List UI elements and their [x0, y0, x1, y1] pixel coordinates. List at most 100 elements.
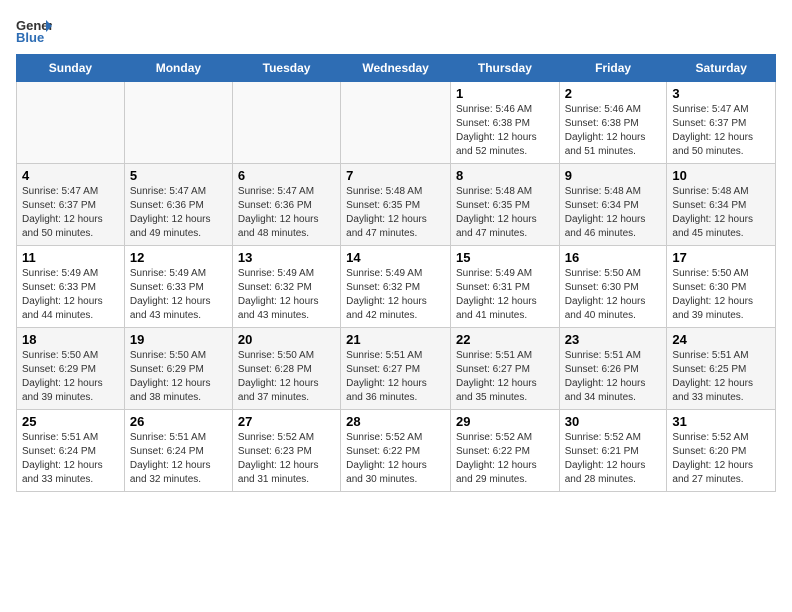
svg-text:Blue: Blue [16, 30, 44, 44]
calendar-cell: 8Sunrise: 5:48 AM Sunset: 6:35 PM Daylig… [450, 164, 559, 246]
day-number: 1 [456, 86, 554, 101]
weekday-header-tuesday: Tuesday [232, 55, 340, 82]
day-info: Sunrise: 5:49 AM Sunset: 6:33 PM Dayligh… [130, 267, 227, 323]
day-info: Sunrise: 5:51 AM Sunset: 6:26 PM Dayligh… [565, 349, 662, 405]
weekday-header-row: SundayMondayTuesdayWednesdayThursdayFrid… [17, 55, 776, 82]
page-header: General Blue [16, 16, 776, 44]
calendar-cell: 21 Sunrise: 5:51 AM Sunset: 6:27 PM Dayli… [341, 328, 451, 410]
day-number: 21 [346, 332, 445, 347]
calendar-cell [17, 82, 125, 164]
day-number: 30 [565, 414, 662, 429]
calendar-cell: 25 Sunrise: 5:51 AM Sunset: 6:24 PM Dayli… [17, 410, 125, 492]
calendar-cell: 16 Sunrise: 5:50 AM Sunset: 6:30 PM Dayli… [559, 246, 667, 328]
calendar-cell: 12 Sunrise: 5:49 AM Sunset: 6:33 PM Dayli… [124, 246, 232, 328]
day-info: Sunrise: 5:52 AM Sunset: 6:20 PM Dayligh… [672, 431, 770, 487]
day-number: 9 [565, 168, 662, 183]
day-info: Sunrise: 5:46 AM Sunset: 6:38 PM Dayligh… [565, 103, 662, 159]
calendar-cell: 14 Sunrise: 5:49 AM Sunset: 6:32 PM Dayli… [341, 246, 451, 328]
day-info: Sunrise: 5:52 AM Sunset: 6:21 PM Dayligh… [565, 431, 662, 487]
calendar-cell [124, 82, 232, 164]
calendar-table: SundayMondayTuesdayWednesdayThursdayFrid… [16, 54, 776, 492]
calendar-cell: 5 Sunrise: 5:47 AM Sunset: 6:36 PM Daylig… [124, 164, 232, 246]
day-info: Sunrise: 5:51 AM Sunset: 6:25 PM Dayligh… [672, 349, 770, 405]
day-number: 10 [672, 168, 770, 183]
day-number: 31 [672, 414, 770, 429]
calendar-cell: 18 Sunrise: 5:50 AM Sunset: 6:29 PM Dayli… [17, 328, 125, 410]
weekday-header-friday: Friday [559, 55, 667, 82]
calendar-body: 1 Sunrise: 5:46 AM Sunset: 6:38 PM Daylig… [17, 82, 776, 492]
logo: General Blue [16, 16, 56, 44]
day-number: 19 [130, 332, 227, 347]
day-number: 16 [565, 250, 662, 265]
day-info: Sunrise: 5:51 AM Sunset: 6:24 PM Dayligh… [130, 431, 227, 487]
day-info: Sunrise: 5:52 AM Sunset: 6:22 PM Dayligh… [346, 431, 445, 487]
day-number: 12 [130, 250, 227, 265]
day-info: Sunrise: 5:49 AM Sunset: 6:32 PM Dayligh… [346, 267, 445, 323]
day-number: 27 [238, 414, 335, 429]
day-info: Sunrise: 5:48 AM Sunset: 6:34 PM Dayligh… [672, 185, 770, 241]
calendar-cell: 26 Sunrise: 5:51 AM Sunset: 6:24 PM Dayli… [124, 410, 232, 492]
day-number: 6 [238, 168, 335, 183]
day-info: Sunrise: 5:51 AM Sunset: 6:27 PM Dayligh… [346, 349, 445, 405]
day-info: Sunrise: 5:47 AM Sunset: 6:37 PM Dayligh… [22, 185, 119, 241]
calendar-cell: 30 Sunrise: 5:52 AM Sunset: 6:21 PM Dayli… [559, 410, 667, 492]
calendar-week-2: 4Sunrise: 5:47 AM Sunset: 6:37 PM Daylig… [17, 164, 776, 246]
day-number: 5 [130, 168, 227, 183]
weekday-header-thursday: Thursday [450, 55, 559, 82]
calendar-header: SundayMondayTuesdayWednesdayThursdayFrid… [17, 55, 776, 82]
day-number: 14 [346, 250, 445, 265]
calendar-cell: 15 Sunrise: 5:49 AM Sunset: 6:31 PM Dayli… [450, 246, 559, 328]
weekday-header-wednesday: Wednesday [341, 55, 451, 82]
day-number: 11 [22, 250, 119, 265]
calendar-week-4: 18 Sunrise: 5:50 AM Sunset: 6:29 PM Dayli… [17, 328, 776, 410]
calendar-cell [341, 82, 451, 164]
calendar-cell: 4Sunrise: 5:47 AM Sunset: 6:37 PM Daylig… [17, 164, 125, 246]
weekday-header-monday: Monday [124, 55, 232, 82]
logo-icon: General Blue [16, 16, 52, 44]
day-number: 3 [672, 86, 770, 101]
calendar-cell: 1 Sunrise: 5:46 AM Sunset: 6:38 PM Daylig… [450, 82, 559, 164]
calendar-week-3: 11 Sunrise: 5:49 AM Sunset: 6:33 PM Dayli… [17, 246, 776, 328]
calendar-cell: 29 Sunrise: 5:52 AM Sunset: 6:22 PM Dayli… [450, 410, 559, 492]
calendar-cell: 10 Sunrise: 5:48 AM Sunset: 6:34 PM Dayli… [667, 164, 776, 246]
calendar-cell: 2 Sunrise: 5:46 AM Sunset: 6:38 PM Daylig… [559, 82, 667, 164]
day-info: Sunrise: 5:52 AM Sunset: 6:22 PM Dayligh… [456, 431, 554, 487]
day-info: Sunrise: 5:52 AM Sunset: 6:23 PM Dayligh… [238, 431, 335, 487]
day-number: 23 [565, 332, 662, 347]
day-number: 26 [130, 414, 227, 429]
day-number: 18 [22, 332, 119, 347]
day-info: Sunrise: 5:48 AM Sunset: 6:35 PM Dayligh… [346, 185, 445, 241]
calendar-cell: 22Sunrise: 5:51 AM Sunset: 6:27 PM Dayli… [450, 328, 559, 410]
day-info: Sunrise: 5:50 AM Sunset: 6:29 PM Dayligh… [22, 349, 119, 405]
day-number: 2 [565, 86, 662, 101]
day-info: Sunrise: 5:50 AM Sunset: 6:30 PM Dayligh… [565, 267, 662, 323]
weekday-header-saturday: Saturday [667, 55, 776, 82]
day-number: 29 [456, 414, 554, 429]
calendar-cell: 3 Sunrise: 5:47 AM Sunset: 6:37 PM Daylig… [667, 82, 776, 164]
day-info: Sunrise: 5:47 AM Sunset: 6:37 PM Dayligh… [672, 103, 770, 159]
weekday-header-sunday: Sunday [17, 55, 125, 82]
day-info: Sunrise: 5:49 AM Sunset: 6:31 PM Dayligh… [456, 267, 554, 323]
day-info: Sunrise: 5:46 AM Sunset: 6:38 PM Dayligh… [456, 103, 554, 159]
calendar-cell: 31 Sunrise: 5:52 AM Sunset: 6:20 PM Dayli… [667, 410, 776, 492]
calendar-cell: 9Sunrise: 5:48 AM Sunset: 6:34 PM Daylig… [559, 164, 667, 246]
day-info: Sunrise: 5:50 AM Sunset: 6:30 PM Dayligh… [672, 267, 770, 323]
calendar-cell: 24Sunrise: 5:51 AM Sunset: 6:25 PM Dayli… [667, 328, 776, 410]
day-number: 20 [238, 332, 335, 347]
calendar-cell: 20 Sunrise: 5:50 AM Sunset: 6:28 PM Dayli… [232, 328, 340, 410]
day-number: 15 [456, 250, 554, 265]
calendar-cell: 6Sunrise: 5:47 AM Sunset: 6:36 PM Daylig… [232, 164, 340, 246]
calendar-week-1: 1 Sunrise: 5:46 AM Sunset: 6:38 PM Daylig… [17, 82, 776, 164]
day-number: 22 [456, 332, 554, 347]
calendar-cell: 17Sunrise: 5:50 AM Sunset: 6:30 PM Dayli… [667, 246, 776, 328]
calendar-cell: 11Sunrise: 5:49 AM Sunset: 6:33 PM Dayli… [17, 246, 125, 328]
calendar-cell: 13Sunrise: 5:49 AM Sunset: 6:32 PM Dayli… [232, 246, 340, 328]
calendar-cell: 23 Sunrise: 5:51 AM Sunset: 6:26 PM Dayli… [559, 328, 667, 410]
day-number: 25 [22, 414, 119, 429]
calendar-cell [232, 82, 340, 164]
day-info: Sunrise: 5:50 AM Sunset: 6:28 PM Dayligh… [238, 349, 335, 405]
calendar-cell: 7 Sunrise: 5:48 AM Sunset: 6:35 PM Daylig… [341, 164, 451, 246]
day-info: Sunrise: 5:47 AM Sunset: 6:36 PM Dayligh… [130, 185, 227, 241]
day-info: Sunrise: 5:51 AM Sunset: 6:24 PM Dayligh… [22, 431, 119, 487]
day-number: 7 [346, 168, 445, 183]
